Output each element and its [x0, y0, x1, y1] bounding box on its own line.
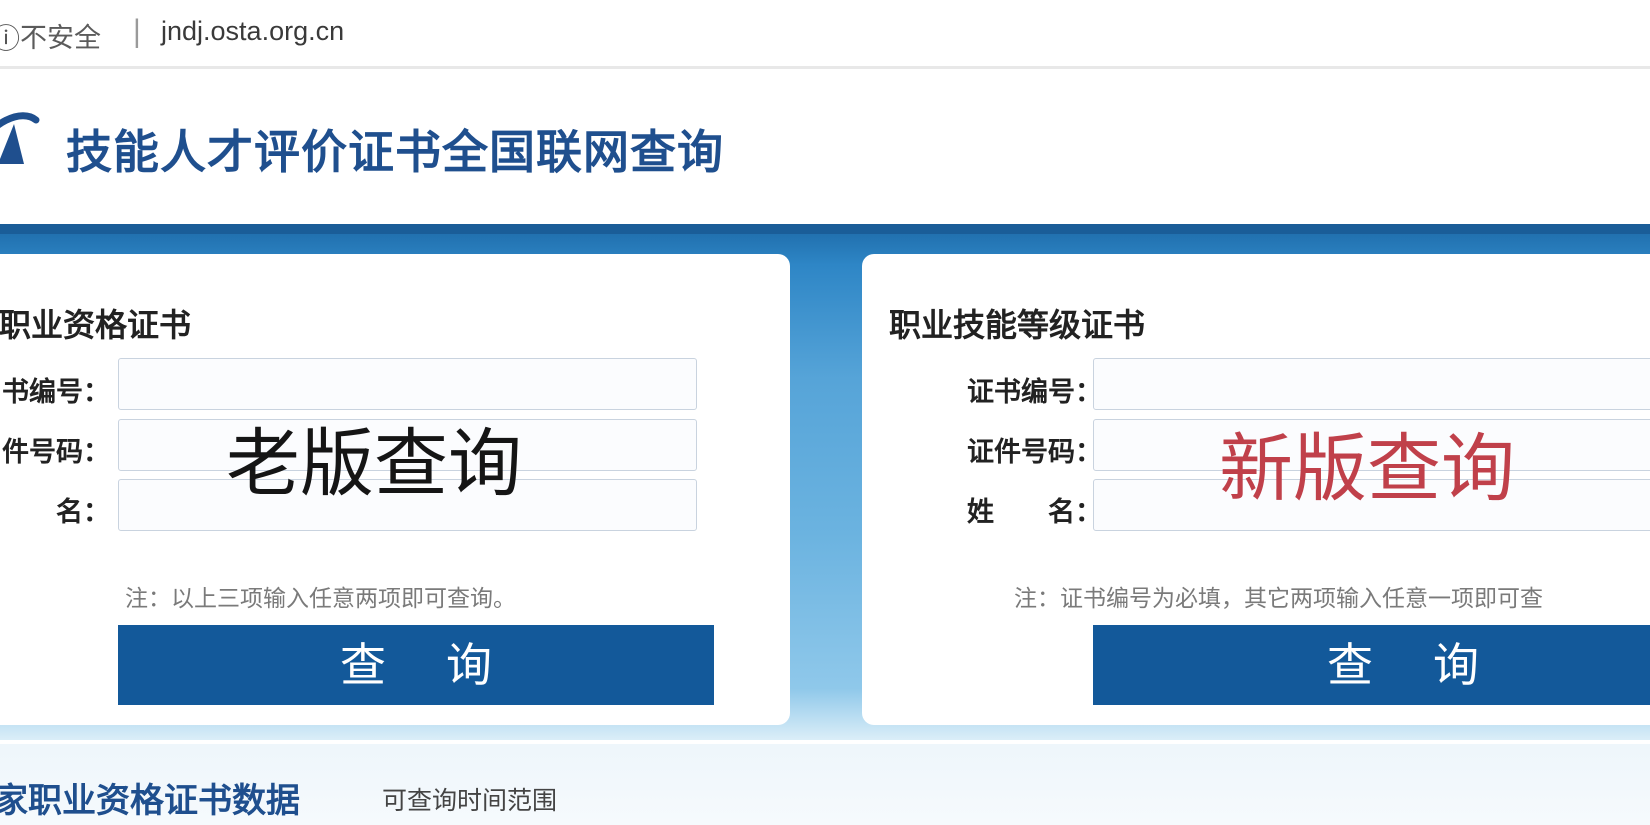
band-top-divider — [0, 224, 1650, 234]
old-version-overlay-label: 老版查询 — [226, 421, 522, 507]
old-cert-number-input[interactable] — [118, 358, 697, 410]
old-name-label: 名： — [56, 497, 110, 528]
data-range-subtitle: 可查询时间范围 — [382, 786, 558, 815]
new-query-note: 注：证书编号为必填，其它两项输入任意一项即可查 — [1014, 586, 1543, 612]
new-id-number-label: 证件号码： — [967, 437, 1102, 468]
old-certificate-query-panel: 职业资格证书 书编号： 件号码： 名： 注：以上三项输入任意两项即可查询。 查询… — [0, 254, 790, 725]
new-name-label: 姓 名： — [967, 497, 1102, 528]
site-logo-icon — [0, 112, 40, 164]
browser-address-bar: ⓘ 不安全 | jndj.osta.org.cn — [0, 0, 1650, 69]
old-panel-heading: 职业资格证书 — [0, 306, 192, 344]
old-query-note: 注：以上三项输入任意两项即可查询。 — [125, 586, 516, 612]
data-range-title: 家职业资格证书数据 — [0, 781, 300, 821]
new-certificate-query-panel: 职业技能等级证书 证书编号： 证件号码： 姓 名： 注：证书编号为必填，其它两项… — [862, 254, 1650, 725]
url-text[interactable]: jndj.osta.org.cn — [161, 16, 344, 47]
old-query-button[interactable]: 查询 — [118, 625, 714, 705]
old-cert-number-label: 书编号： — [2, 377, 110, 408]
site-title: 技能人才评价证书全国联网查询 — [66, 125, 724, 179]
security-warning-icon[interactable]: ⓘ — [0, 17, 20, 57]
address-separator: | — [132, 14, 142, 48]
new-version-overlay-label: 新版查询 — [1219, 426, 1515, 512]
old-id-number-label: 件号码： — [2, 437, 110, 468]
new-panel-heading: 职业技能等级证书 — [889, 306, 1146, 344]
new-cert-number-label: 证书编号： — [967, 377, 1102, 408]
new-query-button[interactable]: 查询 — [1093, 625, 1650, 705]
security-status-label[interactable]: 不安全 — [20, 16, 101, 55]
new-cert-number-input[interactable] — [1093, 358, 1650, 410]
